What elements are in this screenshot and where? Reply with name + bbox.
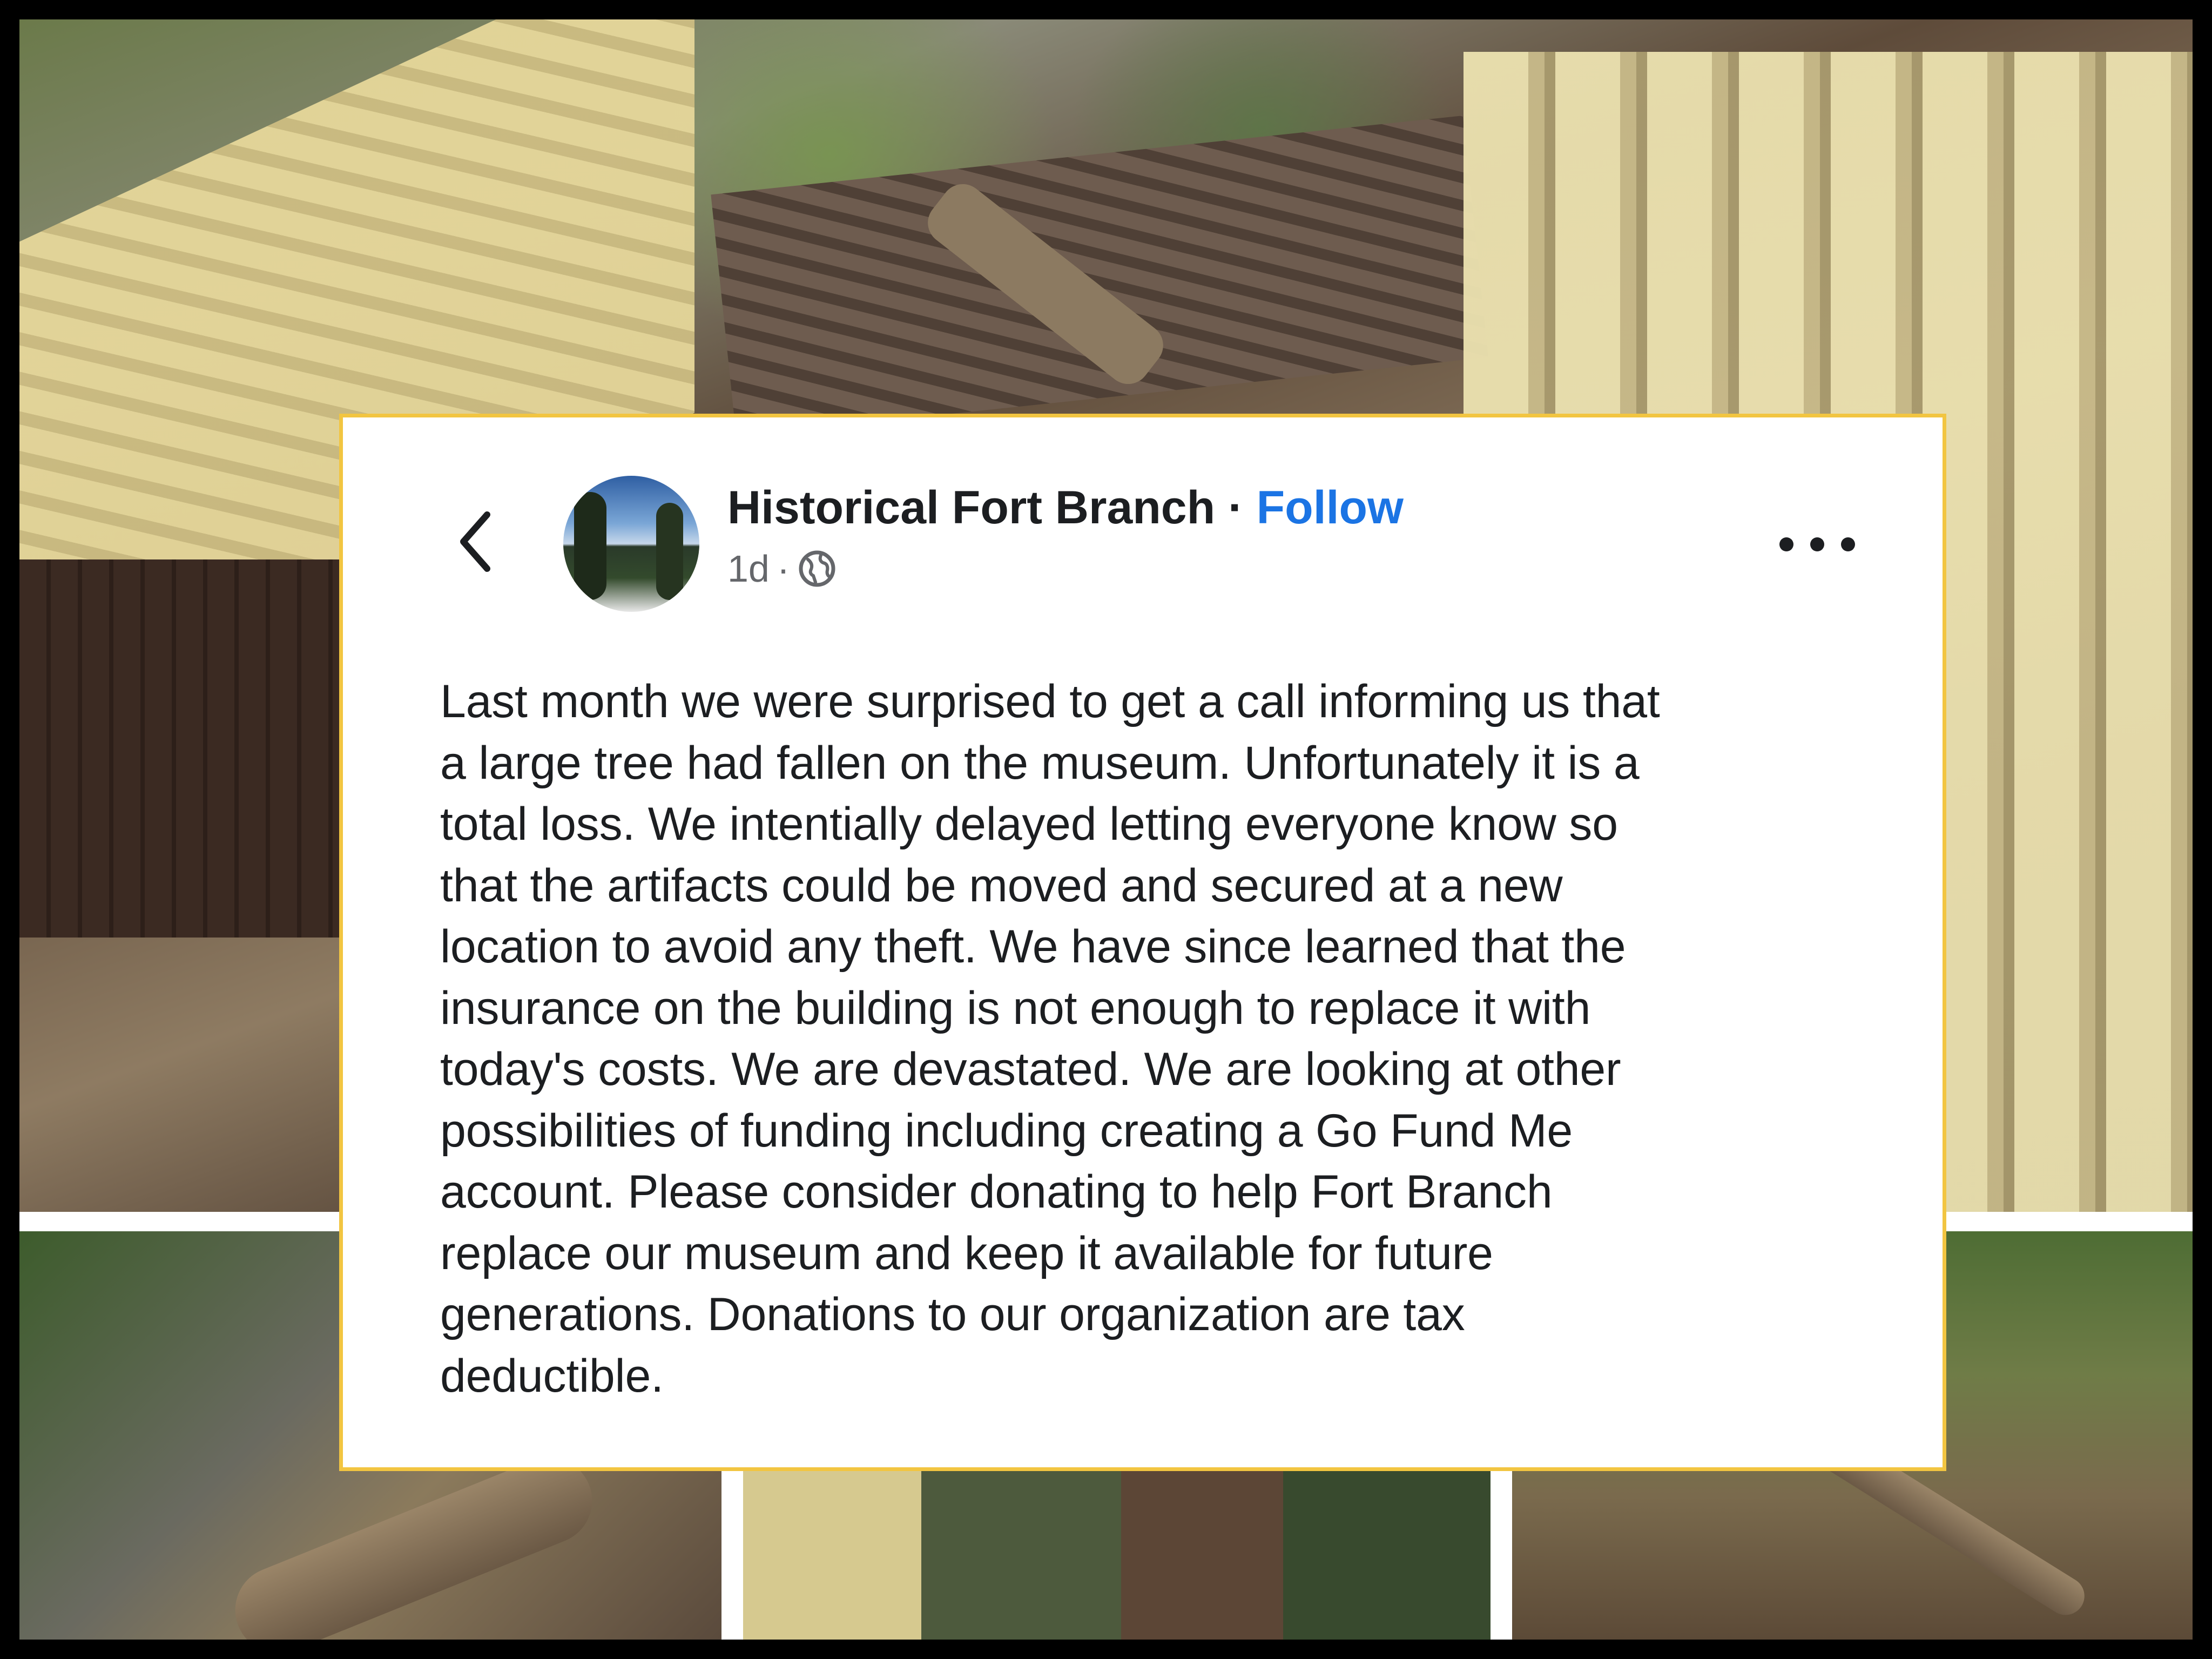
post-timestamp[interactable]: 1d — [727, 547, 770, 590]
cut-log — [222, 1444, 605, 1640]
more-horizontal-icon — [1841, 537, 1855, 551]
avatar-tree — [574, 492, 606, 600]
globe-icon — [799, 550, 835, 587]
chevron-left-icon — [460, 511, 490, 572]
more-horizontal-icon — [1779, 537, 1793, 551]
back-button[interactable] — [451, 507, 500, 577]
avatar-tree — [656, 503, 683, 600]
page-avatar[interactable] — [563, 476, 699, 612]
post-meta: 1d · — [727, 547, 837, 590]
follow-button[interactable]: Follow — [1257, 482, 1404, 534]
page-name-link[interactable]: Historical Fort Branch — [727, 482, 1215, 534]
collapsed-shingle-roof — [711, 116, 1488, 436]
meta-separator: · — [777, 548, 790, 590]
more-horizontal-icon — [1810, 537, 1824, 551]
post-card: Historical Fort Branch · Follow 1d · Las… — [339, 414, 1946, 1471]
more-options-button[interactable] — [1779, 528, 1855, 561]
separator-dot: · — [1228, 482, 1244, 534]
post-body-text: Last month we were surprised to get a ca… — [440, 676, 1660, 1402]
post-header-title: Historical Fort Branch · Follow — [727, 481, 1404, 535]
